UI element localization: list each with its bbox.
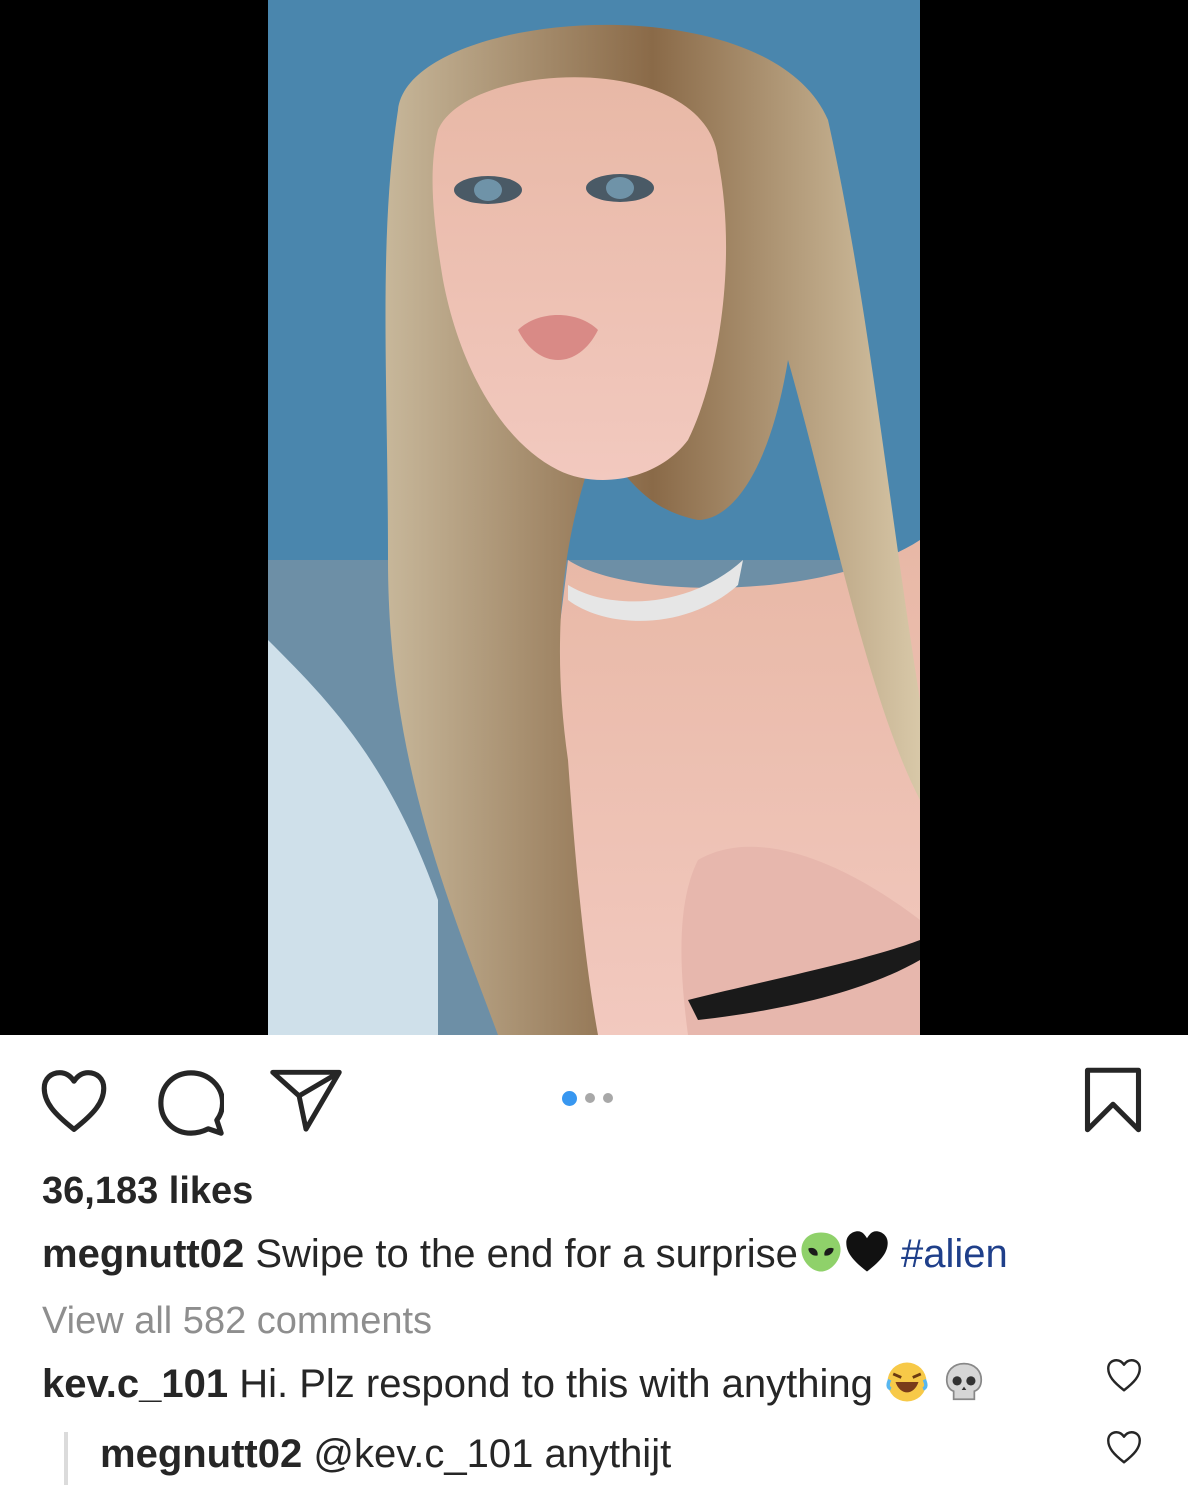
- likes-count[interactable]: 36,183 likes: [42, 1170, 253, 1213]
- reply-username[interactable]: megnutt02: [100, 1432, 302, 1476]
- reply-row: megnutt02 @kev.c_101 anythijt: [100, 1432, 671, 1477]
- skull-emoji-icon: [941, 1359, 987, 1405]
- caption-hashtag[interactable]: #alien: [901, 1232, 1008, 1276]
- reply-like-heart-icon[interactable]: [1106, 1430, 1142, 1464]
- laughing-emoji-icon: [884, 1359, 930, 1405]
- bookmark-icon[interactable]: [1083, 1066, 1143, 1134]
- carousel-dot-active: [562, 1090, 577, 1106]
- comment-icon[interactable]: [158, 1070, 224, 1136]
- view-all-comments-link[interactable]: View all 582 comments: [42, 1300, 432, 1343]
- comment-like-heart-icon[interactable]: [1106, 1358, 1142, 1392]
- reply-text: @kev.c_101 anythijt: [302, 1432, 672, 1476]
- carousel-dot: [603, 1093, 613, 1103]
- comment-username[interactable]: kev.c_101: [42, 1362, 228, 1406]
- portrait-illustration: [268, 0, 920, 1035]
- carousel-dot: [585, 1093, 595, 1103]
- reply-thread-line: [64, 1432, 68, 1485]
- post-photo[interactable]: [268, 0, 920, 1035]
- paper-plane-icon[interactable]: [270, 1068, 342, 1132]
- comment-text: Hi. Plz respond to this with anything: [228, 1362, 885, 1406]
- comment-row: kev.c_101 Hi. Plz respond to this with a…: [42, 1362, 987, 1407]
- post-caption: megnutt02 Swipe to the end for a surpris…: [42, 1229, 1008, 1277]
- heart-icon[interactable]: [40, 1068, 108, 1134]
- alien-emoji-icon: [798, 1229, 844, 1275]
- caption-username[interactable]: megnutt02: [42, 1232, 244, 1276]
- post-media[interactable]: [0, 0, 1188, 1035]
- black-heart-emoji-icon: [844, 1229, 890, 1275]
- caption-text: Swipe to the end for a surprise: [244, 1232, 798, 1276]
- carousel-indicator: [562, 1090, 613, 1106]
